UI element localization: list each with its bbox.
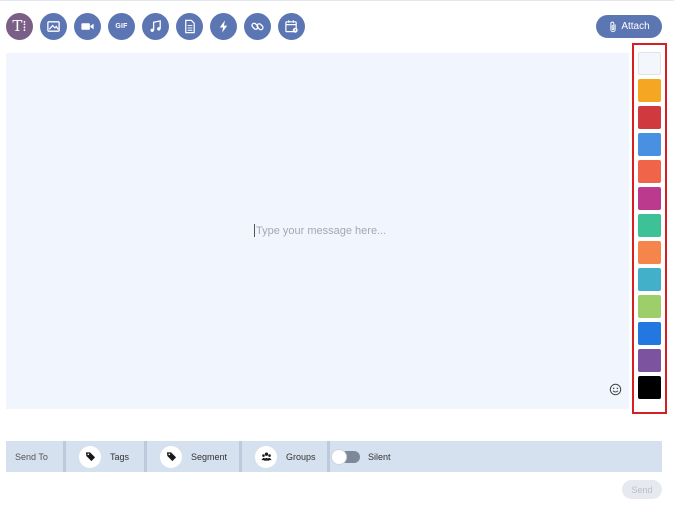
- message-input[interactable]: Type your message here...: [254, 224, 386, 237]
- schedule-button[interactable]: [278, 13, 305, 40]
- color-swatch[interactable]: [638, 322, 661, 345]
- text-format-icon: T⁞: [12, 17, 27, 35]
- text-caret: [254, 224, 255, 237]
- groups-option[interactable]: Groups: [242, 441, 327, 472]
- send-to-label: Send To: [15, 451, 48, 462]
- color-swatch[interactable]: [638, 349, 661, 372]
- lightning-icon: [219, 20, 228, 33]
- tag-icon: [79, 445, 101, 468]
- users-icon: [255, 445, 277, 468]
- paperclip-icon: [610, 21, 616, 32]
- composer-page: T⁞ GIF Attach Type your message here... …: [0, 0, 674, 508]
- color-swatch[interactable]: [638, 106, 661, 129]
- calendar-icon: [285, 20, 298, 33]
- video-button[interactable]: [74, 13, 101, 40]
- send-button[interactable]: Send: [622, 480, 662, 499]
- message-placeholder: Type your message here...: [256, 224, 387, 237]
- link-button[interactable]: [244, 13, 271, 40]
- color-swatch[interactable]: [638, 295, 661, 318]
- message-editor[interactable]: Type your message here...: [6, 53, 629, 409]
- silent-toggle-wrap: Silent: [330, 448, 391, 465]
- audio-button[interactable]: [142, 13, 169, 40]
- groups-label: Groups: [286, 451, 316, 462]
- smiley-icon[interactable]: [609, 383, 622, 396]
- document-icon: [185, 19, 195, 34]
- silent-label: Silent: [368, 451, 391, 462]
- attach-label: Attach: [621, 21, 650, 32]
- color-swatch[interactable]: [638, 214, 661, 237]
- silent-toggle[interactable]: [331, 448, 360, 465]
- gif-icon: GIF: [115, 23, 128, 30]
- image-icon: [47, 21, 60, 32]
- color-swatch[interactable]: [638, 160, 661, 183]
- text-format-button[interactable]: T⁞: [6, 13, 33, 40]
- color-swatch[interactable]: [638, 52, 661, 75]
- gif-button[interactable]: GIF: [108, 13, 135, 40]
- music-note-icon: [150, 20, 161, 32]
- color-swatch[interactable]: [638, 268, 661, 291]
- segment-option[interactable]: Segment: [147, 441, 239, 472]
- attach-button[interactable]: Attach: [596, 15, 662, 38]
- color-swatch[interactable]: [638, 376, 661, 399]
- send-to-bar: Send To Tags Segment Groups Silent: [6, 441, 662, 472]
- video-icon: [81, 23, 94, 30]
- document-button[interactable]: [176, 13, 203, 40]
- tags-option[interactable]: Tags: [66, 441, 144, 472]
- link-icon: [251, 22, 264, 31]
- color-swatch[interactable]: [638, 241, 661, 264]
- color-swatch[interactable]: [638, 187, 661, 210]
- flash-button[interactable]: [210, 13, 237, 40]
- segment-label: Segment: [191, 451, 228, 462]
- color-swatch[interactable]: [638, 133, 661, 156]
- color-swatch[interactable]: [638, 79, 661, 102]
- toggle-knob: [331, 448, 347, 465]
- tags-label: Tags: [110, 451, 130, 462]
- media-toolbar: T⁞ GIF: [6, 13, 305, 41]
- segment-icon: [160, 445, 182, 468]
- color-palette: [632, 43, 667, 414]
- image-button[interactable]: [40, 13, 67, 40]
